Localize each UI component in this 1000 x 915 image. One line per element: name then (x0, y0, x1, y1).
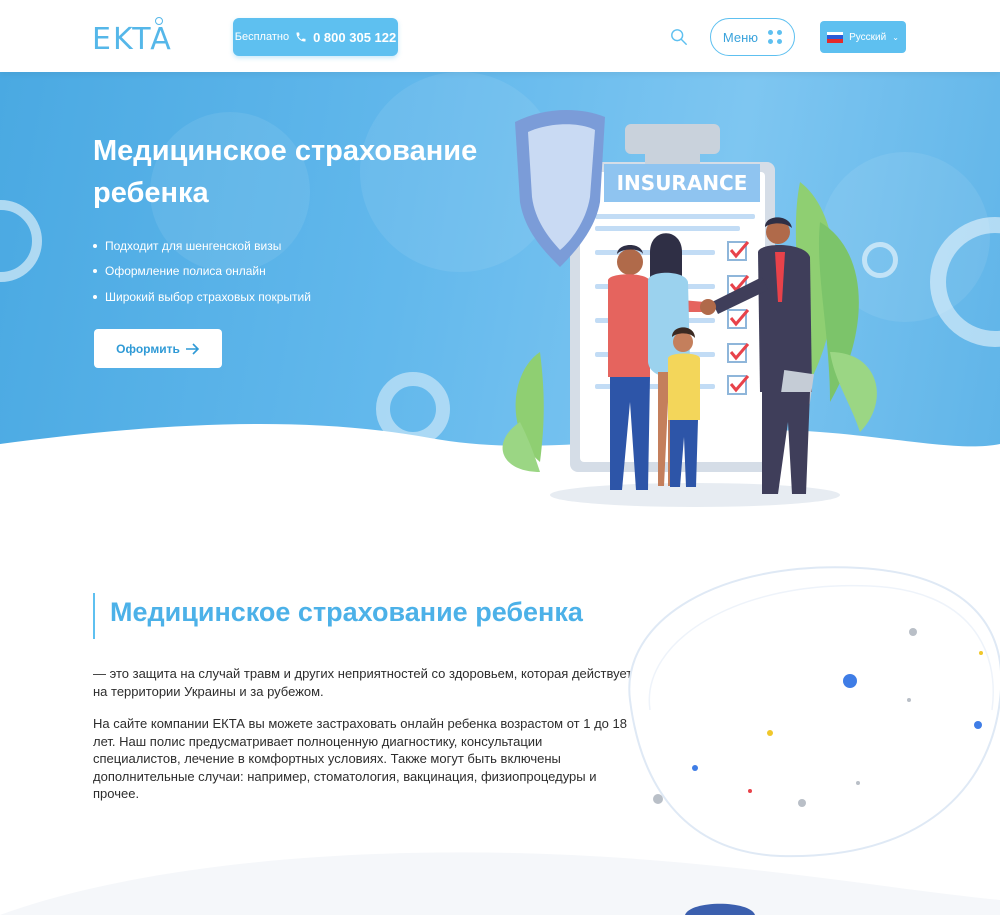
russia-flag-icon (827, 31, 844, 43)
feature-item: Подходит для шенгенской визы (93, 233, 311, 259)
dots-grid-icon (768, 30, 783, 44)
chevron-down-icon: ⌄ (892, 32, 899, 42)
arrow-right-icon (185, 342, 199, 355)
phone-icon (296, 32, 306, 42)
apply-button[interactable]: Оформить (94, 329, 222, 368)
site-header: EKTA Бесплатно 0 800 305 122 Меню Русски… (0, 0, 1000, 72)
hero-feature-list: Подходит для шенгенской визы Оформление … (93, 233, 311, 310)
section-title: Медицинское страхование ребенка (110, 597, 583, 627)
hero-section: Медицинское страхование ребенка Подходит… (0, 72, 1000, 512)
logo[interactable]: EKTA (92, 22, 173, 57)
feature-item: Оформление полиса онлайн (93, 259, 311, 285)
insurance-illustration: INSURANCE (502, 110, 877, 507)
decorative-blob (628, 566, 1000, 858)
clipboard-insurance-text: INSURANCE (617, 171, 748, 195)
phone-number: 0 800 305 122 (313, 29, 397, 45)
bottom-wave (0, 852, 1000, 915)
intro-paragraph: — это защита на случай травм и других не… (93, 666, 633, 699)
phone-prefix: Бесплатно (234, 31, 290, 43)
apply-label: Оформить (116, 341, 180, 356)
hero-title: Медицинское страхование ребенка (93, 135, 478, 209)
section-title-accent (93, 593, 95, 639)
details-paragraph: На сайте компании ЕКТА вы можете застрах… (93, 716, 627, 801)
search-icon[interactable] (670, 28, 688, 46)
menu-label: Меню (722, 29, 759, 45)
logo-ring-icon (155, 17, 163, 25)
feature-item: Широкий выбор страховых покрытий (93, 284, 311, 310)
language-label: Русский (849, 31, 887, 43)
language-selector[interactable]: Русский ⌄ (820, 21, 906, 53)
menu-button[interactable]: Меню (710, 18, 795, 56)
free-phone-button[interactable]: Бесплатно 0 800 305 122 (233, 18, 398, 56)
